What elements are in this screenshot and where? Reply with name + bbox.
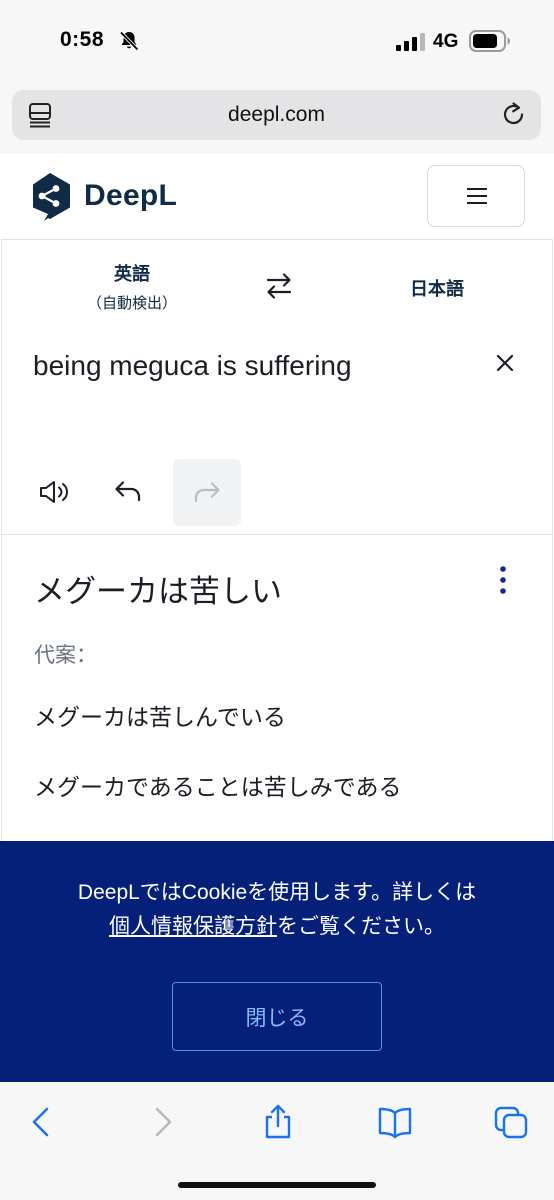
source-text-panel[interactable]: being meguca is suffering: [1, 330, 553, 535]
translation-panel: メグーカは苦しい 代案： メグーカは苦しんでいる メグーカであることは苦しみであ…: [1, 535, 553, 841]
share-icon[interactable]: [258, 1104, 298, 1140]
target-language-selector[interactable]: 日本語: [382, 275, 492, 301]
cookie-message-suffix: をご覧ください。: [277, 915, 445, 938]
hamburger-icon: [467, 195, 487, 197]
redo-icon: [194, 482, 220, 503]
url-text[interactable]: deepl.com: [12, 103, 541, 127]
undo-icon[interactable]: [113, 478, 143, 504]
forward-icon[interactable]: [142, 1104, 182, 1140]
source-text-input[interactable]: being meguca is suffering: [33, 350, 352, 382]
cookie-banner: DeepLではCookieを使用します。詳しくは 個人情報保護方針をご覧ください…: [0, 841, 554, 1082]
language-bar: 英語 （自動検出） 日本語: [1, 239, 553, 331]
status-bar: 0:58 4G: [0, 0, 554, 84]
browser-toolbar: [0, 1082, 554, 1200]
browser-address-area: deepl.com: [0, 84, 554, 154]
cookie-message: DeepLではCookieを使用します。詳しくは: [77, 881, 477, 904]
network-label: 4G: [433, 31, 459, 52]
source-language-selector[interactable]: 英語 （自動検出）: [62, 260, 202, 313]
speaker-icon[interactable]: [38, 478, 70, 506]
site-header: DeepL: [0, 154, 554, 240]
deepl-logo[interactable]: [28, 172, 72, 222]
tabs-icon[interactable]: [492, 1104, 532, 1140]
back-icon[interactable]: [22, 1104, 62, 1140]
address-bar[interactable]: deepl.com: [12, 90, 541, 140]
signal-icon: [396, 33, 425, 51]
redo-button[interactable]: [173, 459, 241, 526]
privacy-policy-link[interactable]: 個人情報保護方針: [109, 915, 277, 938]
more-vertical-icon[interactable]: [498, 565, 508, 595]
home-indicator: [178, 1182, 376, 1188]
alternative-item[interactable]: メグーカであることは苦しみである: [34, 768, 402, 802]
close-cookie-banner-button[interactable]: 閉じる: [172, 982, 382, 1051]
alternatives-heading: 代案：: [34, 644, 97, 667]
battery-icon: [469, 30, 510, 52]
hamburger-icon: [467, 202, 487, 204]
cookie-message-line2: 個人情報保護方針をご覧ください。: [0, 910, 554, 940]
swap-icon[interactable]: [264, 271, 294, 301]
alternative-item[interactable]: メグーカは苦しんでいる: [34, 698, 286, 732]
translation-text[interactable]: メグーカは苦しい: [34, 566, 282, 611]
close-icon[interactable]: [494, 352, 516, 374]
reload-icon[interactable]: [500, 101, 527, 128]
bell-slash-icon: [119, 31, 139, 51]
logo-text[interactable]: DeepL: [84, 179, 177, 213]
bookmarks-icon[interactable]: [375, 1104, 415, 1140]
hamburger-menu-button[interactable]: [427, 165, 525, 227]
status-time: 0:58: [60, 28, 105, 51]
source-language-label: 英語: [114, 264, 150, 284]
hamburger-icon: [467, 188, 487, 190]
auto-detect-label: （自動検出）: [86, 295, 177, 312]
